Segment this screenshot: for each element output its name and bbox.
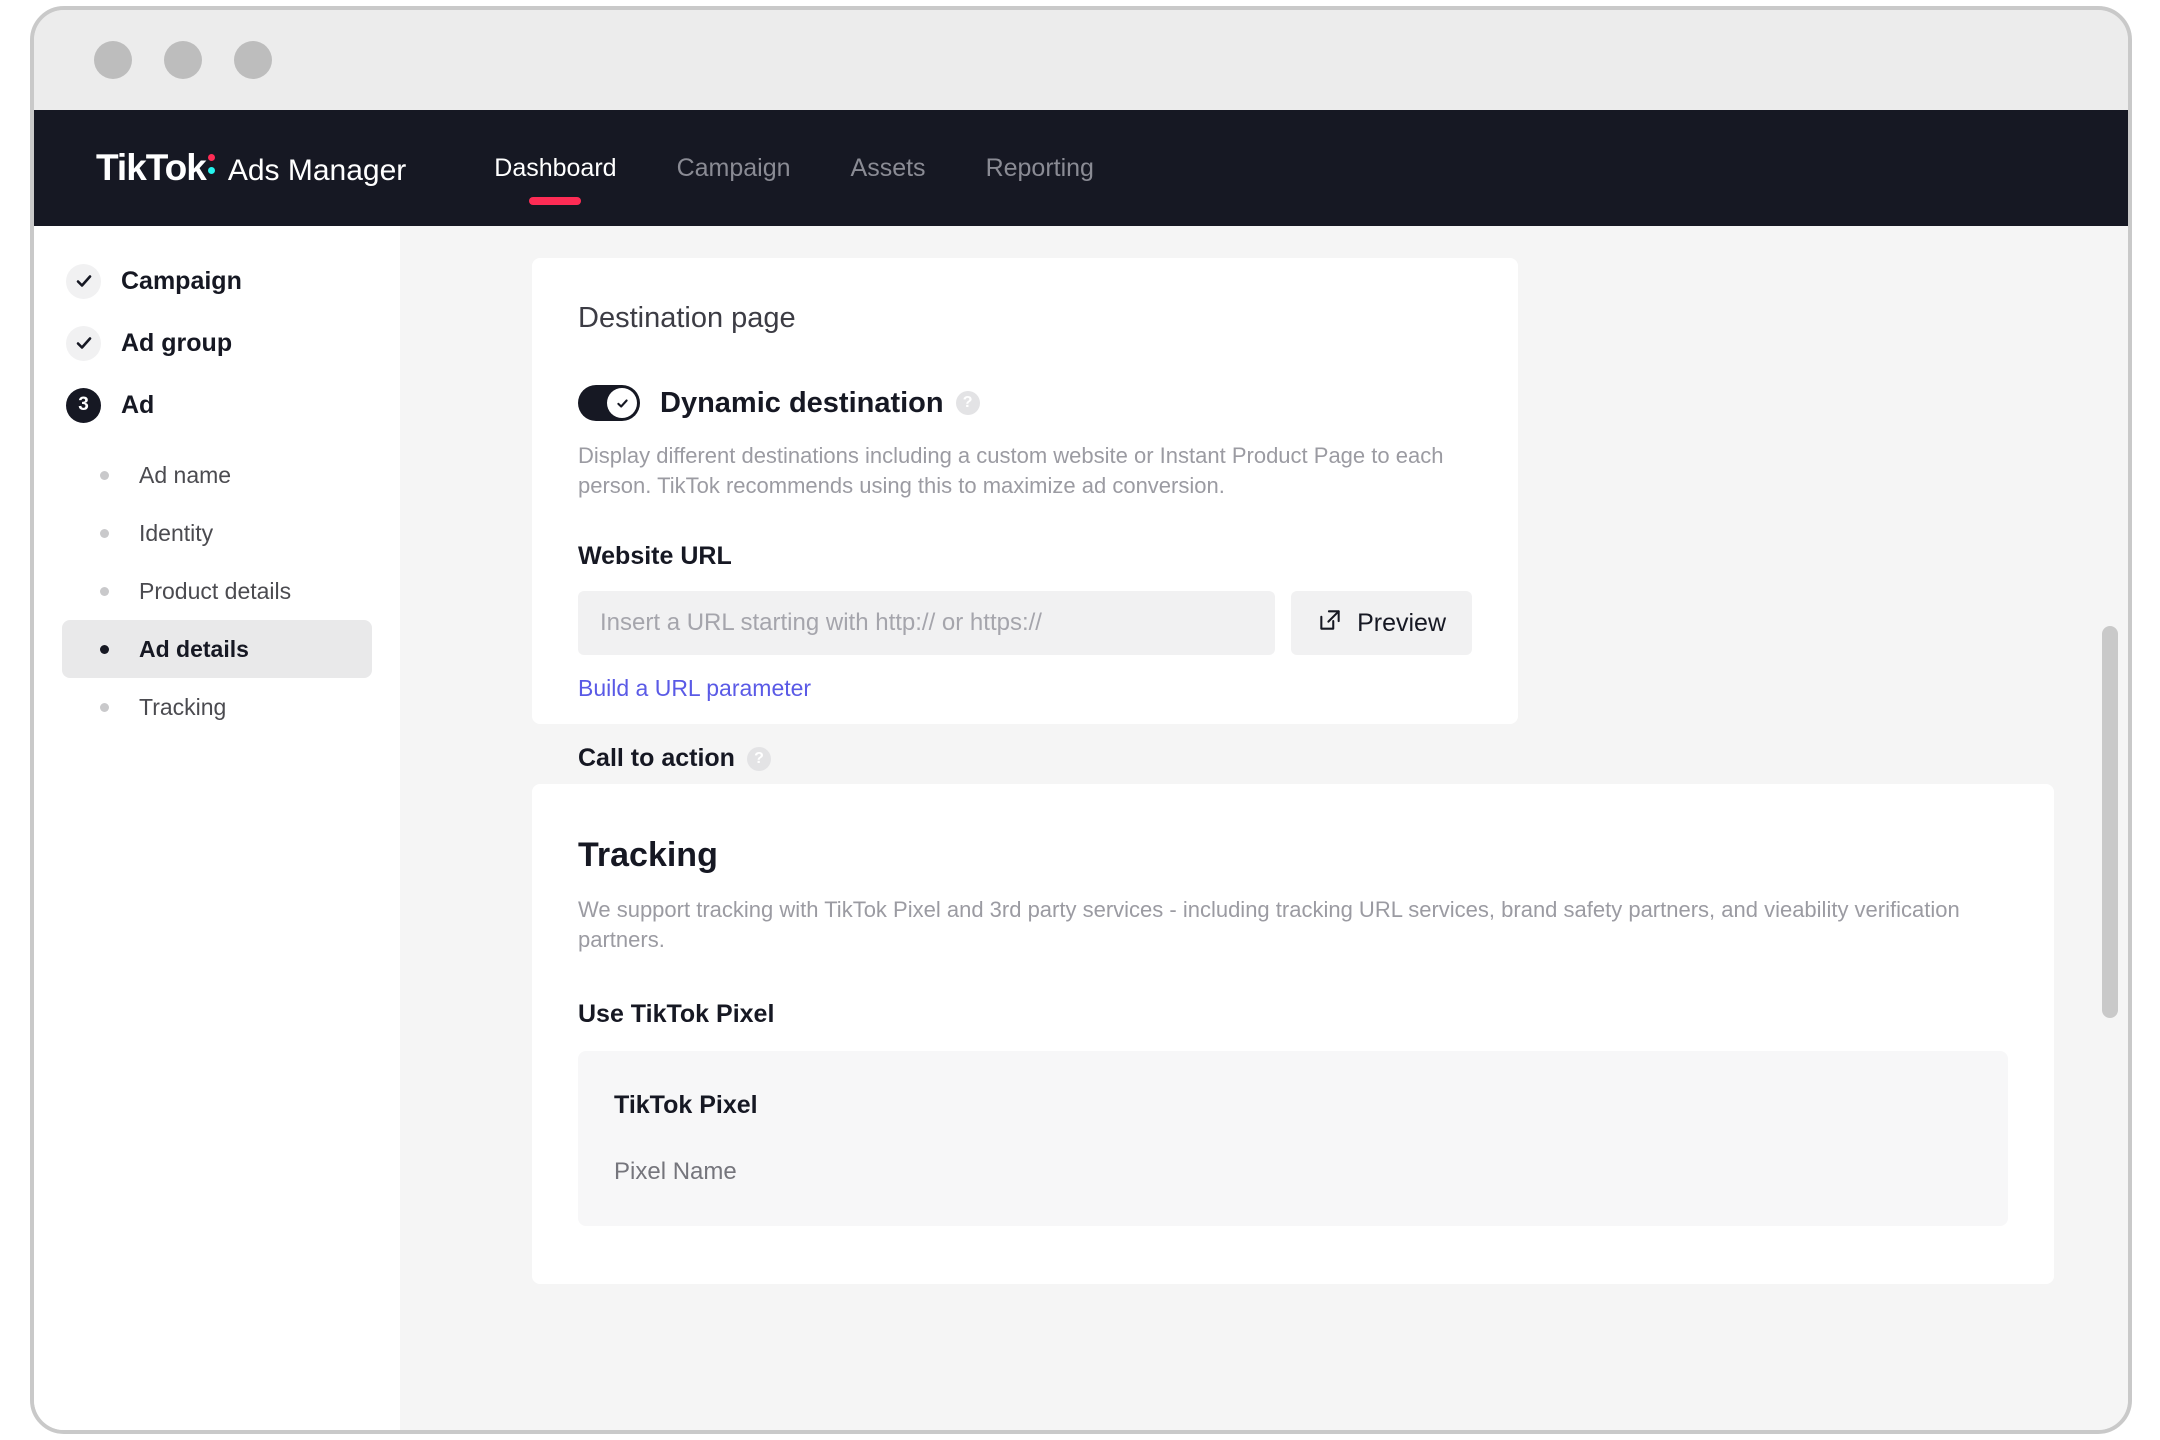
tracking-title: Tracking <box>578 836 718 874</box>
tiktok-pixel-box: TikTok Pixel Pixel Name <box>578 1051 2008 1227</box>
sidebar: Campaign Ad group 3 Ad Ad name Identity … <box>34 226 400 1430</box>
tiktok-pixel-title: TikTok Pixel <box>614 1091 758 1120</box>
app-body: Campaign Ad group 3 Ad Ad name Identity … <box>34 226 2128 1430</box>
nav-tabs: Dashboard Campaign Assets Reporting <box>464 133 1124 205</box>
sidebar-step-ad-label: Ad <box>121 390 155 419</box>
website-url-row: Preview <box>578 591 1472 656</box>
sidebar-sub-items: Ad name Identity Product details Ad deta… <box>34 446 400 736</box>
call-to-action-label-row: Call to action ? <box>578 744 1472 773</box>
tab-dashboard-label: Dashboard <box>494 153 617 182</box>
preview-button-label: Preview <box>1357 608 1446 637</box>
external-link-icon <box>1317 607 1343 640</box>
dynamic-destination-label: Dynamic destination <box>660 386 944 419</box>
sidebar-item-product-details-label: Product details <box>139 577 292 604</box>
dynamic-destination-toggle[interactable] <box>578 385 640 421</box>
bullet-icon <box>100 528 109 538</box>
destination-page-card: Destination page Dynamic destination ? D… <box>532 258 1518 858</box>
bullet-icon <box>100 644 109 654</box>
main-content: Destination page Dynamic destination ? D… <box>400 226 2128 1430</box>
preview-button[interactable]: Preview <box>1291 591 1472 656</box>
check-icon <box>66 263 101 299</box>
pixel-name-label: Pixel Name <box>614 1158 737 1186</box>
sidebar-item-ad-details[interactable]: Ad details <box>62 620 372 678</box>
sidebar-item-identity[interactable]: Identity <box>62 504 372 562</box>
dynamic-destination-description: Display different destinations including… <box>578 443 1444 498</box>
window-titlebar <box>34 10 2128 110</box>
check-icon <box>66 325 101 361</box>
bullet-icon <box>100 470 109 480</box>
browser-window: TikTok Ads Manager Dashboard Campaign As… <box>30 6 2132 1434</box>
step-number-badge: 3 <box>66 387 101 423</box>
content-scrollbar-thumb[interactable] <box>2102 626 2118 1018</box>
tracking-card: Tracking We support tracking with TikTok… <box>532 784 2054 1284</box>
sidebar-step-ad[interactable]: 3 Ad <box>34 374 400 436</box>
tab-assets[interactable]: Assets <box>821 133 956 203</box>
call-to-action-label: Call to action <box>578 744 735 773</box>
sidebar-item-ad-details-label: Ad details <box>139 635 249 662</box>
sidebar-item-tracking[interactable]: Tracking <box>62 678 372 736</box>
sidebar-item-identity-label: Identity <box>139 519 214 546</box>
top-navigation-bar: TikTok Ads Manager Dashboard Campaign As… <box>34 110 2128 226</box>
tab-reporting[interactable]: Reporting <box>956 133 1124 203</box>
sidebar-item-ad-name[interactable]: Ad name <box>62 446 372 504</box>
tiktok-ads-manager-logo[interactable]: TikTok Ads Manager <box>96 147 406 189</box>
website-url-input[interactable] <box>578 591 1276 656</box>
sidebar-item-ad-name-label: Ad name <box>139 461 232 488</box>
minimize-dot[interactable] <box>164 41 202 79</box>
sidebar-step-campaign[interactable]: Campaign <box>34 250 400 312</box>
tab-campaign-label: Campaign <box>676 153 791 182</box>
help-icon[interactable]: ? <box>746 746 771 771</box>
destination-page-title: Destination page <box>578 302 796 334</box>
dynamic-destination-row: Dynamic destination ? <box>578 385 1472 421</box>
bullet-icon <box>100 702 109 712</box>
sidebar-step-ad-group[interactable]: Ad group <box>34 312 400 374</box>
toggle-knob <box>607 388 637 418</box>
tiktok-logo-dots-icon <box>207 150 218 180</box>
tracking-description: We support tracking with TikTok Pixel an… <box>578 897 1960 952</box>
sidebar-steps: Campaign Ad group 3 Ad <box>34 250 400 436</box>
close-dot[interactable] <box>94 41 132 79</box>
website-url-label: Website URL <box>578 542 732 571</box>
maximize-dot[interactable] <box>234 41 272 79</box>
sidebar-item-tracking-label: Tracking <box>139 693 227 720</box>
tab-campaign[interactable]: Campaign <box>647 133 821 203</box>
use-tiktok-pixel-label: Use TikTok Pixel <box>578 1000 775 1029</box>
bullet-icon <box>100 586 109 596</box>
sidebar-step-campaign-label: Campaign <box>121 266 242 295</box>
brand-tiktok-text: TikTok <box>96 147 207 188</box>
brand-suffix-text: Ads Manager <box>227 154 407 187</box>
sidebar-item-product-details[interactable]: Product details <box>62 562 372 620</box>
active-tab-indicator <box>529 197 582 205</box>
sidebar-step-ad-group-label: Ad group <box>121 328 233 357</box>
content-scrollbar-track[interactable] <box>2098 226 2118 1430</box>
help-icon[interactable]: ? <box>955 391 980 415</box>
tab-dashboard[interactable]: Dashboard <box>464 133 646 205</box>
tab-assets-label: Assets <box>850 153 926 182</box>
tab-reporting-label: Reporting <box>985 153 1094 182</box>
build-url-parameter-link[interactable]: Build a URL parameter <box>578 675 811 702</box>
